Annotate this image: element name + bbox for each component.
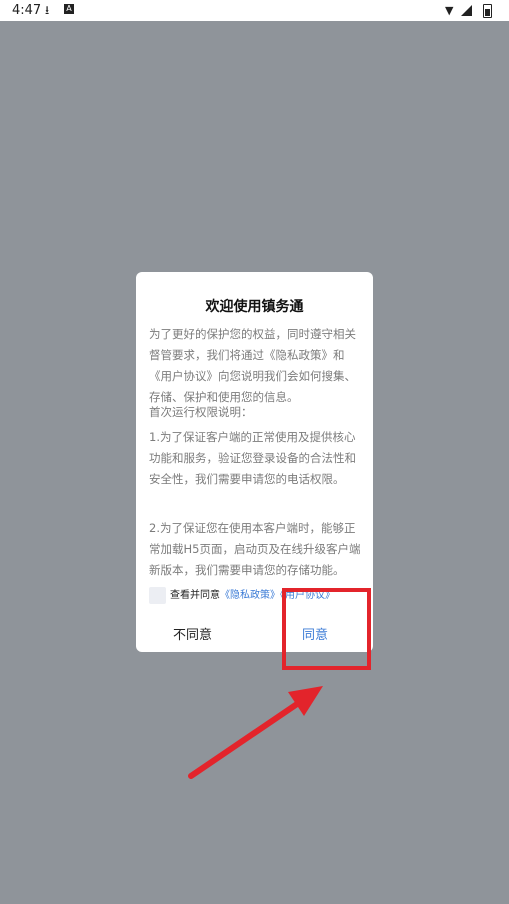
annotation-arrow-icon — [188, 686, 323, 779]
